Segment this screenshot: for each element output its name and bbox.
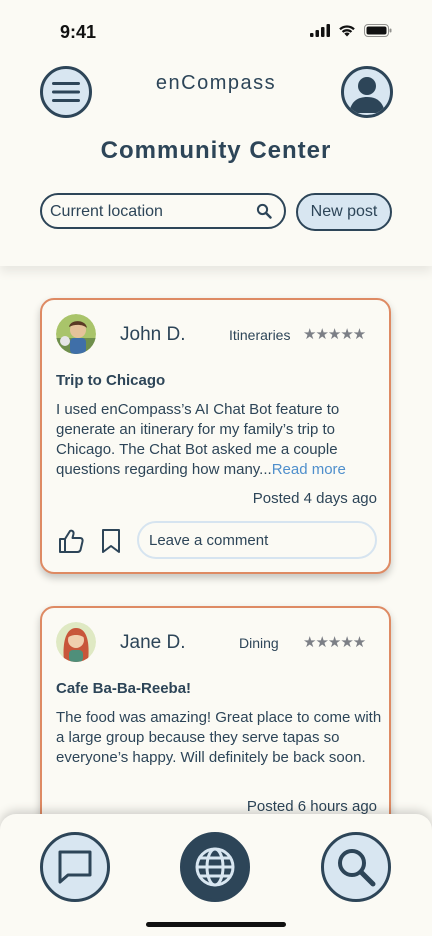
post-category: Itineraries <box>229 327 291 343</box>
chat-bubble-icon <box>58 850 92 884</box>
avatar[interactable] <box>56 314 96 354</box>
post-body: I used enCompass’s AI Chat Bot feature t… <box>56 400 386 480</box>
status-time: 9:41 <box>60 22 97 42</box>
cellular-signal-icon <box>310 24 330 37</box>
location-search-box[interactable] <box>40 193 286 229</box>
bookmark-icon[interactable] <box>100 528 122 554</box>
location-search-input[interactable] <box>48 197 252 227</box>
thumbs-up-icon[interactable] <box>58 528 84 554</box>
search-icon[interactable] <box>256 203 272 219</box>
post-title: Cafe Ba-Ba-Reeba! <box>56 680 192 697</box>
nav-chat-button[interactable] <box>40 832 110 902</box>
rating-stars: ★★★★★ <box>303 634 366 651</box>
post-card: John D. Itineraries ★★★★★ Trip to Chicag… <box>40 298 391 574</box>
globe-icon <box>195 847 235 887</box>
magnifier-icon <box>338 849 376 887</box>
bottom-navigation <box>0 814 432 936</box>
nav-search-button[interactable] <box>321 832 391 902</box>
post-body: The food was amazing! Great place to com… <box>56 709 382 766</box>
comment-input[interactable] <box>137 521 377 559</box>
avatar-image <box>56 314 96 354</box>
home-indicator <box>146 922 286 927</box>
avatar-image <box>56 622 96 662</box>
status-bar: 9:41 <box>0 0 432 56</box>
profile-button[interactable] <box>341 66 393 118</box>
page-title: Community Center <box>100 137 332 164</box>
post-title: Trip to Chicago <box>56 372 166 389</box>
user-profile-icon <box>349 77 385 113</box>
post-timestamp: Posted 6 hours ago <box>246 798 377 815</box>
rating-stars: ★★★★★ <box>303 326 366 343</box>
read-more-link[interactable]: Read more <box>272 461 346 478</box>
nav-community-button[interactable] <box>180 832 250 902</box>
new-post-button[interactable]: New post <box>296 193 392 231</box>
avatar[interactable] <box>56 622 96 662</box>
app-header: 9:41 enCompass Community Center Current … <box>0 0 432 266</box>
post-author[interactable]: Jane D. <box>120 632 185 654</box>
post-card: Jane D. Dining ★★★★★ Cafe Ba-Ba-Reeba! T… <box>40 606 391 836</box>
post-category: Dining <box>239 635 279 651</box>
battery-icon <box>364 24 392 37</box>
post-author[interactable]: John D. <box>120 324 185 346</box>
wifi-icon <box>339 25 355 37</box>
status-icons <box>310 24 392 37</box>
post-timestamp: Posted 4 days ago <box>252 490 377 507</box>
